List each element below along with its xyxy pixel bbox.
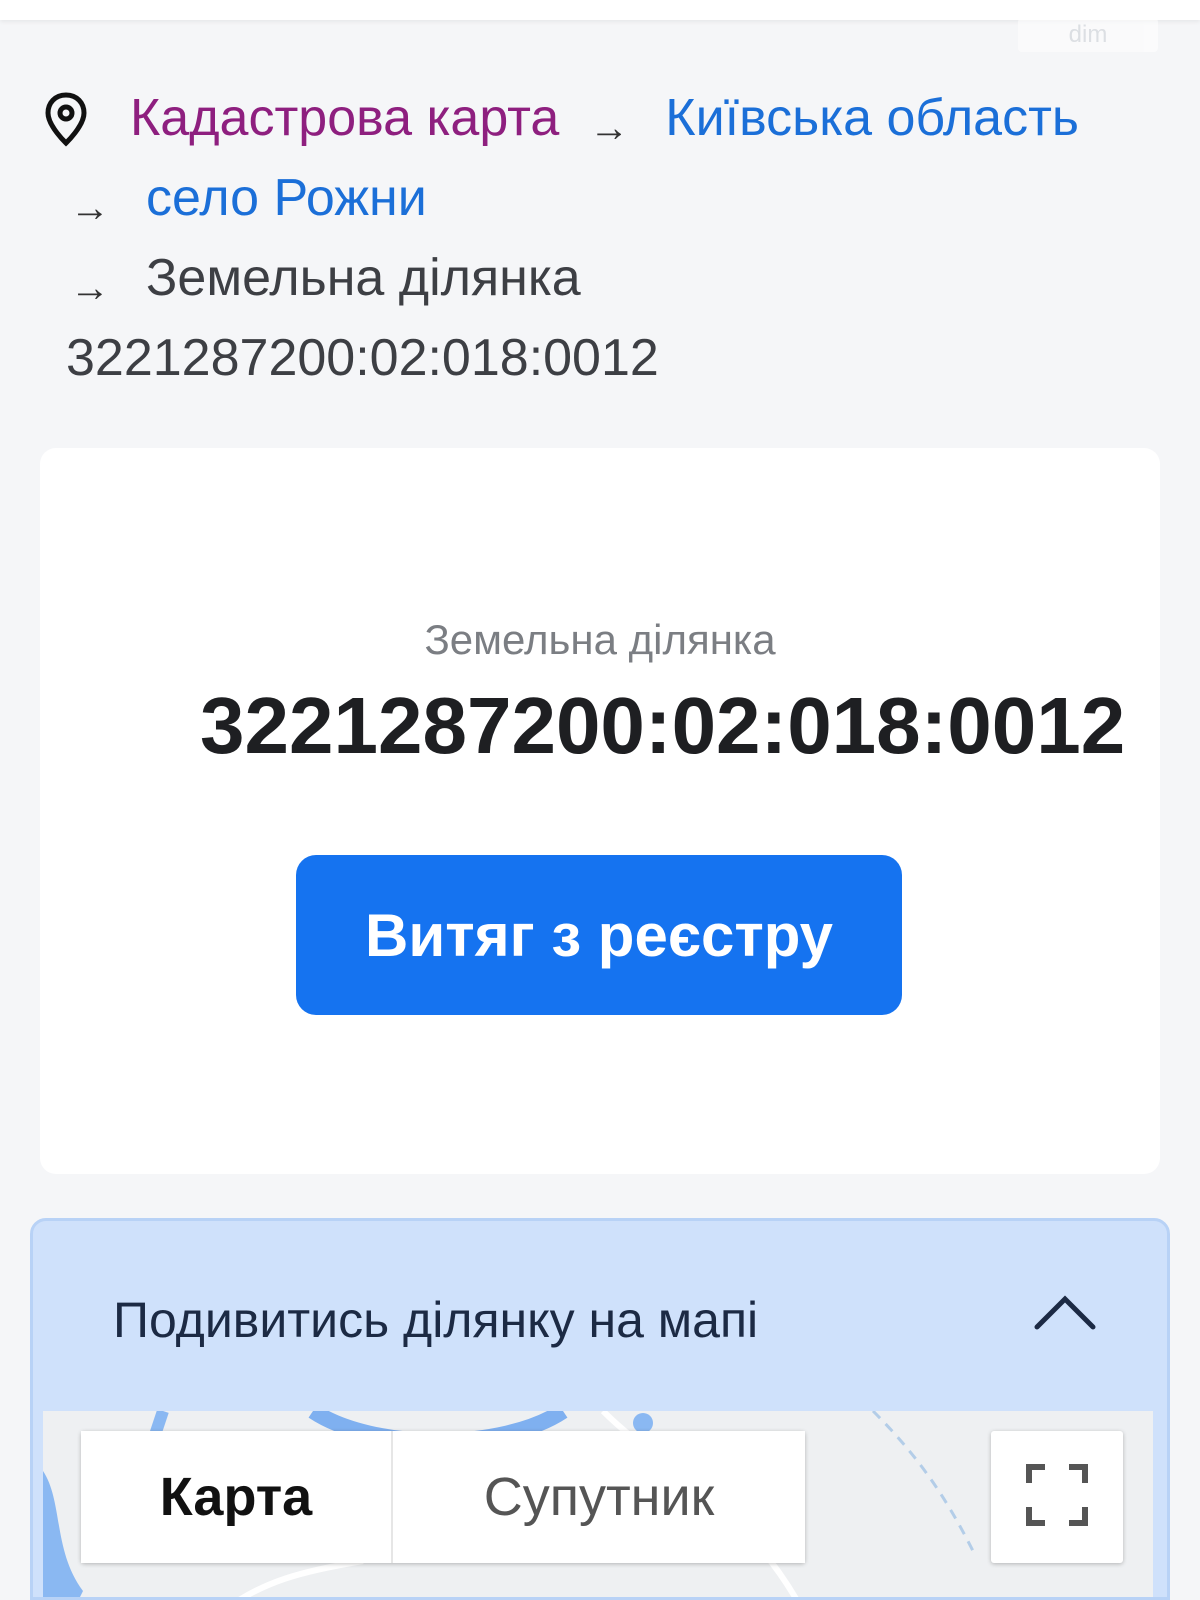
- map-view[interactable]: Карта Супутник: [43, 1411, 1153, 1597]
- top-bar: [0, 0, 1200, 20]
- parcel-card: Земельна ділянка 3221287200:02:018:0012 …: [40, 448, 1160, 1174]
- breadcrumb-separator: →: [589, 106, 630, 150]
- fullscreen-icon: [1025, 1463, 1089, 1532]
- map-section: Подивитись ділянку на мапі Карта Супутни…: [30, 1218, 1170, 1600]
- breadcrumb-item-current-number: 3221287200:02:018:0012: [66, 329, 659, 387]
- breadcrumb-separator: →: [70, 186, 110, 230]
- map-pin-icon: [42, 90, 90, 147]
- breadcrumb-item-village[interactable]: село Рожни: [146, 158, 427, 238]
- breadcrumb-separator: →: [70, 266, 110, 310]
- map-section-title: Подивитись ділянку на мапі: [113, 1292, 759, 1348]
- parcel-label: Земельна ділянка: [424, 616, 776, 663]
- breadcrumb-item-cadastral-map[interactable]: Кадастрова карта: [130, 78, 559, 158]
- map-type-toggle: Карта Супутник: [81, 1431, 805, 1563]
- chevron-up-icon[interactable]: [1033, 1293, 1097, 1333]
- tab-map[interactable]: Карта: [81, 1431, 393, 1563]
- fullscreen-button[interactable]: [991, 1431, 1123, 1563]
- cadastral-number: 3221287200:02:018:0012: [200, 681, 1126, 770]
- registry-extract-button[interactable]: Витяг з реєстру: [296, 855, 902, 1015]
- map-section-header[interactable]: Подивитись ділянку на мапі: [33, 1221, 1167, 1411]
- watermark: dim: [1018, 18, 1158, 52]
- breadcrumb-item-current: Земельна ділянка: [146, 249, 581, 307]
- breadcrumb: Кадастрова карта → Київська область → се…: [42, 78, 1162, 398]
- tab-satellite[interactable]: Супутник: [393, 1431, 805, 1563]
- breadcrumb-item-kyiv-region[interactable]: Київська область: [665, 78, 1079, 158]
